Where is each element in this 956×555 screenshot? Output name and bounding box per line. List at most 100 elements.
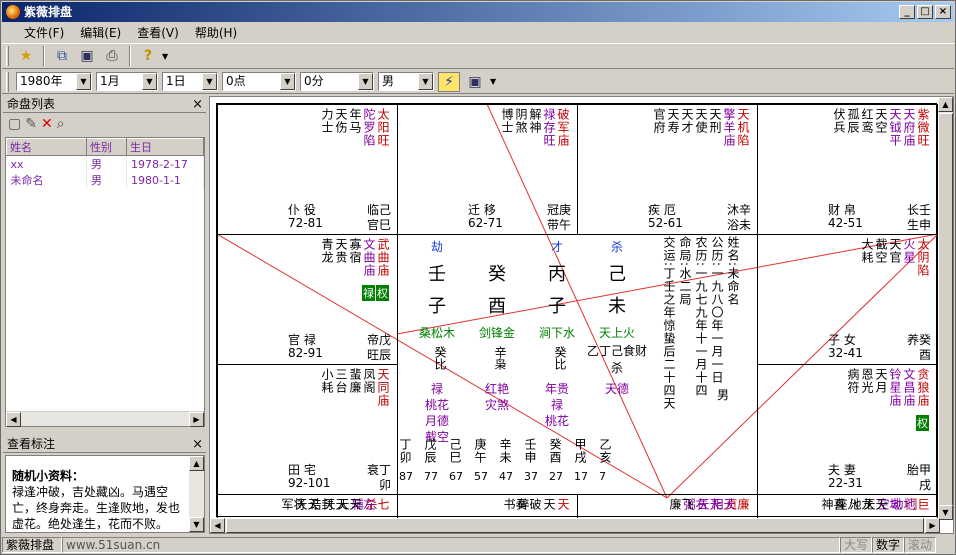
scroll-right-icon[interactable]: ▶ [925,518,940,533]
dayun-age: 87 [399,470,413,483]
pillar-branch: 子 [548,296,566,317]
minimize-button[interactable]: _ [899,5,915,19]
palace-p7[interactable]: 天同庙 凤阁 蜚廉 三台 小耗田 宅 92-101 衰丁卯 [217,364,398,495]
minute-select[interactable]: 0分 ▼ [300,72,374,91]
palace-star: 天空 [874,108,888,134]
dayun-age: 57 [474,470,488,483]
menu-edit[interactable]: 编辑(E) [74,24,127,41]
scroll-thumb[interactable] [226,518,924,533]
help-icon[interactable]: ? [137,45,159,67]
close-icon[interactable]: × [192,96,203,113]
palace-age-range: 72-81 [288,216,323,230]
year-select-value: 1980年 [20,74,63,88]
palace-p6[interactable]: 太阴陷 火星 天官 截空 大耗子 女 32-41 养癸酉 [757,234,938,365]
chart-view[interactable]: 太阳旺 陀罗陷 年马 天伤 力士仆 役 72-81 临己 官巳 破军庙 禄存旺 解神 阴煞 博士迁 移6… [209,96,954,534]
palace-star: 寡宿 [348,238,362,264]
menu-file[interactable]: 文件(F) [18,24,70,41]
palace-star: 阴煞 [514,108,528,134]
palace-branch: 浴未 [726,218,751,232]
scroll-right-icon[interactable]: ▶ [189,412,204,427]
scroll-left-icon[interactable]: ◀ [6,412,21,427]
palace-star: 大耗 [860,238,874,264]
palace-p5[interactable]: 武曲庙 文曲庙 寡宿 天贵 青龙权禄官 禄 82-91 帝戊 旺辰 [217,234,398,365]
scroll-up-icon[interactable]: ▲ [189,456,204,471]
year-select[interactable]: 1980年 ▼ [16,72,92,91]
save-icon[interactable]: ▣ [464,71,486,93]
vertical-scrollbar[interactable]: ▲ ▼ [189,456,204,532]
palace-p8[interactable]: 贪狼庙 文昌庙 铃星庙 天月 恩光 病符权夫 妻 22-31 胎甲戌 [757,364,938,495]
column-header-name[interactable]: 姓名 [6,138,87,156]
table-row[interactable]: 未命名男 1980-1-1 [6,172,204,188]
save-icon[interactable]: ▣ [76,45,98,67]
horizontal-scrollbar[interactable]: ◀ ▶ [6,411,204,427]
pillar-nayin: 桑松木 [418,326,455,340]
chevron-down-icon[interactable]: ▼ [280,73,295,90]
scroll-down-icon[interactable]: ▼ [189,517,204,532]
horizontal-scrollbar[interactable]: ◀ ▶ [210,518,940,533]
hour-select[interactable]: 0点 ▼ [222,72,296,91]
scroll-thumb[interactable] [938,113,953,513]
birth-info: 姓名:未命名 [726,236,740,307]
palace-star: 解神 [528,108,542,134]
dropdown-arrow-icon[interactable]: ▼ [162,52,168,61]
column-header-gender[interactable]: 性别 [86,138,127,156]
close-button[interactable]: × [935,5,951,19]
maximize-button[interactable]: □ [917,5,933,19]
gender-select[interactable]: 男 ▼ [378,72,434,91]
chevron-down-icon[interactable]: ▼ [202,73,217,90]
vertical-scrollbar[interactable]: ▲ ▼ [938,97,953,520]
chevron-down-icon[interactable]: ▼ [358,73,373,90]
table-row[interactable]: xx 男 1978-2-17 [6,155,204,172]
calculate-lightning-icon[interactable]: ⚡ [438,71,460,92]
menu-help[interactable]: 帮助(H) [189,24,243,41]
close-icon[interactable]: × [192,436,203,453]
note-content[interactable]: 随机小资料： 禄逢冲破，吉处藏凶。马遇空亡，终身奔走。生逢败地，发也虚花。绝处逢… [5,455,205,533]
palace-star: 文昌庙 [902,368,916,407]
copy-icon[interactable]: ⧉ [51,45,73,67]
palace-star: 擎羊庙 [722,108,736,147]
dayun-ganzhi: 壬申 [523,438,537,464]
month-select[interactable]: 1月 ▼ [96,72,158,91]
toolbar-grip[interactable] [6,71,9,92]
dropdown-arrow-icon[interactable]: ▼ [490,77,496,86]
chart-list[interactable]: 姓名 性别 生日 xx 男 1978-2-17 未命名男 1980-1-1 ◀ ▶ [5,137,205,427]
scroll-left-icon[interactable]: ◀ [210,518,225,533]
menu-view[interactable]: 查看(V) [131,24,185,41]
palace-p4[interactable]: 紫微旺 天府庙 天钺平 天空 红鸾 孤辰 伏兵财 帛 42-51 长壬 生申 [757,104,938,235]
palace-p2[interactable]: 破军庙 禄存旺 解神 阴煞 博士迁 移 62-71 冠庚 带午 [397,104,578,235]
star-icon[interactable]: ★ [15,45,37,67]
edit-pencil-icon[interactable]: ✎ [25,116,37,132]
delete-icon[interactable]: ✕ [41,116,53,132]
search-icon[interactable]: ⌕ [57,116,65,132]
scroll-down-icon[interactable]: ▼ [938,505,953,520]
palace-star: 伏兵 [832,108,846,134]
toolbar-grip[interactable] [6,46,9,66]
palace-star: 武曲庙 [376,238,390,277]
status-num: 数字 [872,537,905,553]
palace-p1[interactable]: 太阳旺 陀罗陷 年马 天伤 力士仆 役 72-81 临己 官巳 [217,104,398,235]
status-app: 紫薇排盘 [2,537,62,553]
palace-star: 破军庙 [556,108,570,147]
chart-list-title: 命盘列表 [7,97,56,111]
palace-p3[interactable]: 天机陷 擎羊庙 天刑 天使 天才 天寿 官府疾 厄 52-61 沐辛 浴未 [577,104,758,235]
palace-star: 天寿 [666,108,680,134]
print-icon[interactable]: ⎙ [101,45,123,67]
cell-name: 未命名 [6,172,87,188]
scroll-up-icon[interactable]: ▲ [938,97,953,112]
palace-star: 禄存旺 [542,108,556,147]
chevron-down-icon[interactable]: ▼ [76,73,91,90]
chevron-down-icon[interactable]: ▼ [418,73,433,90]
dayun-ganzhi: 乙亥 [598,438,612,464]
new-file-icon[interactable]: ▢ [8,116,21,132]
chevron-down-icon[interactable]: ▼ [142,73,157,90]
hour-select-value: 0点 [226,74,246,88]
palace-star: 天钺平 [888,108,902,147]
column-header-birthday[interactable]: 生日 [126,138,204,156]
palace-star: 年马 [348,108,362,134]
dayun-age: 37 [524,470,538,483]
month-select-value: 1月 [100,74,120,88]
palace-star: 三台 [334,368,348,394]
hua-badge: 权 [376,285,389,301]
day-select[interactable]: 1日 ▼ [162,72,218,91]
status-caps: 大写 [840,537,873,553]
